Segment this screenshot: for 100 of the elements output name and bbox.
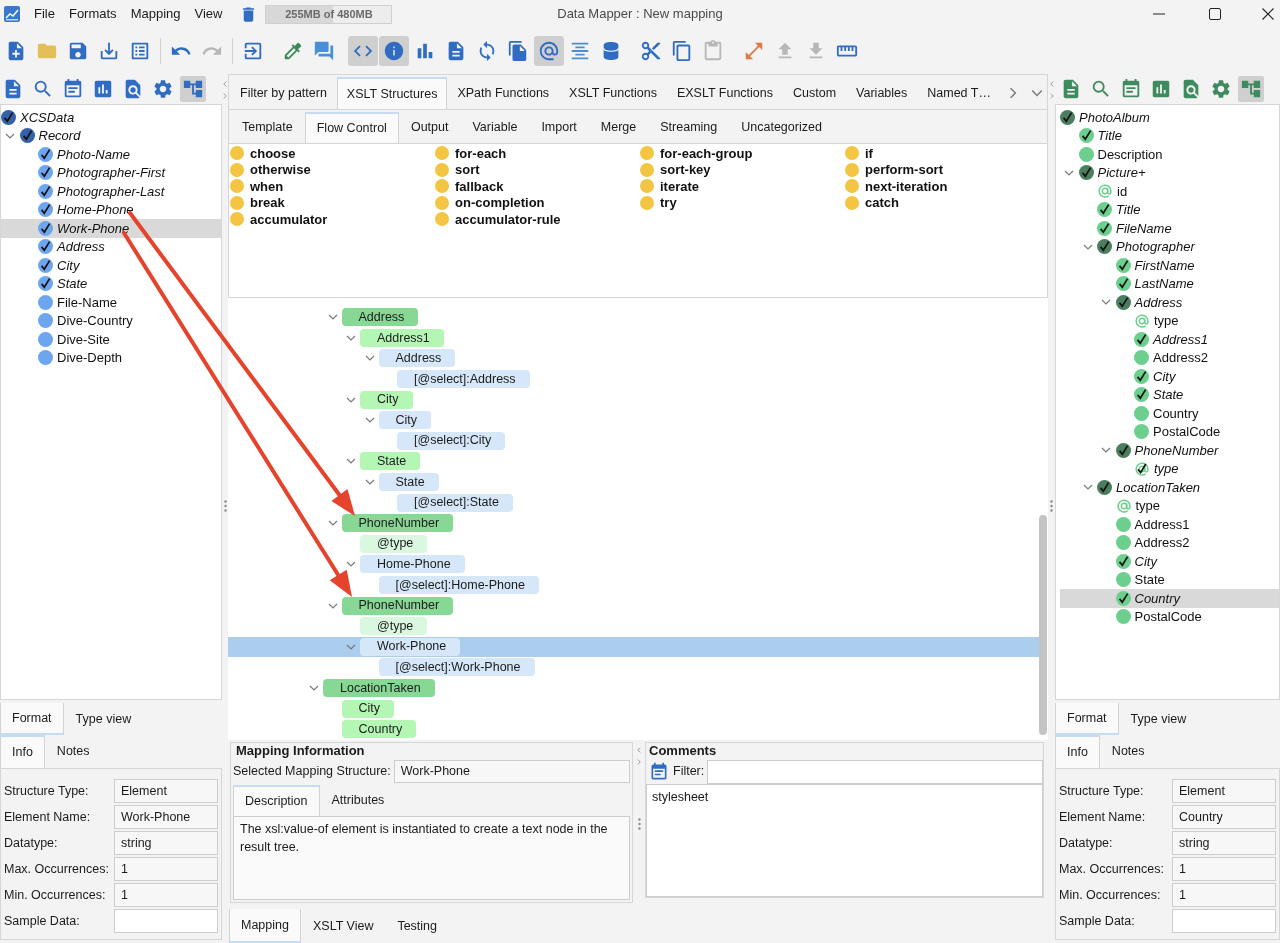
tree-row[interactable]: @type [228, 615, 1039, 637]
palette-item[interactable]: sort [435, 161, 640, 178]
info-button[interactable] [379, 36, 409, 66]
tree-item[interactable]: State [1, 274, 221, 293]
tree-item[interactable]: FirstName [1060, 256, 1279, 275]
tree-item[interactable]: Country [1060, 589, 1279, 608]
chevron-down-icon[interactable] [1030, 87, 1043, 99]
tree-item[interactable]: Photo-Name [1, 145, 221, 164]
tab[interactable]: XSLT View [300, 909, 386, 943]
tree-item[interactable]: Address2 [1060, 533, 1279, 552]
tree-item[interactable]: Dive-Depth [1, 348, 221, 367]
tab[interactable]: Info [0, 735, 45, 768]
code-button[interactable] [348, 36, 378, 66]
tab[interactable]: Format [1055, 703, 1119, 735]
tree-item[interactable]: File-Name [1, 293, 221, 312]
palette-item[interactable]: if [845, 145, 1050, 162]
tree-item[interactable]: Record [1, 126, 221, 145]
tree-row[interactable]: [@select]:State [228, 492, 1039, 513]
tree-item[interactable]: Address [1, 237, 221, 256]
tab[interactable]: Mapping [229, 909, 301, 943]
palette-item[interactable]: choose [230, 145, 435, 162]
input-field[interactable]: Work-Phone [393, 760, 630, 783]
tree-row[interactable]: Address [228, 307, 1039, 328]
tree-item[interactable]: PhoneNumber [1060, 441, 1279, 460]
tree-row[interactable]: State [228, 451, 1039, 472]
menu-item[interactable]: View [187, 2, 230, 26]
tree-row[interactable]: @type [228, 533, 1039, 555]
tab[interactable]: Output [398, 112, 461, 143]
tree-row[interactable]: City [228, 389, 1039, 410]
comments-field[interactable]: stylesheet [646, 784, 1043, 897]
tab[interactable]: XSLT Functions [559, 77, 667, 109]
tree-row[interactable]: PhoneNumber [228, 595, 1039, 616]
tree-row[interactable]: Country [228, 718, 1039, 740]
tree-row[interactable]: PhoneNumber [228, 512, 1039, 534]
tree-row[interactable]: City [228, 409, 1039, 431]
input-field[interactable]: Country [1172, 805, 1276, 829]
palette-item[interactable]: for-each-group [640, 145, 845, 162]
tree-row[interactable]: Work-Phone [228, 636, 1039, 658]
tree-row[interactable]: Address [228, 348, 1039, 369]
palette-item[interactable]: next-iteration [845, 178, 1050, 195]
tree-item[interactable]: Dive-Site [1, 330, 221, 349]
chevron-down-icon[interactable] [309, 683, 319, 693]
tree-item[interactable]: Title [1060, 200, 1279, 219]
tab[interactable]: Flow Control [304, 112, 399, 143]
tree-item[interactable]: PostalCode [1060, 422, 1279, 441]
tree-view-button[interactable] [180, 76, 206, 102]
tree-row[interactable]: City [228, 698, 1039, 719]
tab[interactable]: Notes [1099, 735, 1157, 768]
palette-item[interactable]: try [640, 194, 845, 211]
input-field[interactable]: 1 [114, 883, 218, 907]
tree-item[interactable]: id [1060, 182, 1279, 201]
tree-item[interactable]: Address1 [1060, 515, 1279, 534]
tree-item[interactable]: Title [1060, 126, 1279, 145]
tree-item[interactable]: State [1060, 385, 1279, 404]
input-field[interactable]: 1 [1172, 857, 1276, 881]
palette-item[interactable]: accumulator-rule [435, 211, 640, 228]
tab[interactable]: Template [230, 112, 305, 143]
palette-item[interactable]: on-completion [435, 194, 640, 211]
tab[interactable]: EXSLT Functions [666, 77, 783, 109]
palette-item[interactable]: fallback [435, 178, 640, 195]
tab[interactable]: Testing [385, 909, 449, 943]
tree-item[interactable]: Photographer-First [1, 163, 221, 182]
tree-item[interactable]: Address2 [1060, 348, 1279, 367]
tree-item[interactable]: Photographer [1060, 237, 1279, 256]
tab[interactable]: Format [0, 703, 64, 735]
tab[interactable]: Custom [783, 77, 847, 109]
tree-item[interactable]: State [1060, 570, 1279, 589]
menu-item[interactable]: File [27, 2, 62, 26]
tree-item[interactable]: type [1060, 496, 1279, 515]
tab[interactable]: Uncategorized [729, 112, 834, 143]
tree-item[interactable]: Photographer-Last [1, 182, 221, 201]
tree-row[interactable]: Home-Phone [228, 554, 1039, 575]
tab[interactable]: Description [233, 785, 320, 816]
menu-item[interactable]: Formats [61, 2, 124, 26]
tab[interactable]: Variable [460, 112, 530, 143]
tab[interactable]: XSLT Structures [336, 77, 448, 109]
tab[interactable]: Filter by pattern [230, 77, 337, 109]
input-field[interactable]: string [1172, 831, 1276, 855]
tree-item[interactable]: City [1060, 367, 1279, 386]
palette-item[interactable]: accumulator [230, 211, 435, 228]
tree-item[interactable]: LocationTaken [1060, 478, 1279, 497]
tree-item[interactable]: Country [1060, 404, 1279, 423]
scrollbar-thumb[interactable] [1039, 515, 1047, 735]
input-field[interactable]: 1 [114, 857, 218, 881]
splitter-grip-icon[interactable] [637, 818, 641, 830]
tree-row[interactable]: [@select]:Work-Phone [228, 657, 1039, 678]
tree-item[interactable]: Description [1060, 145, 1279, 164]
tree-item[interactable]: Dive-Country [1, 311, 221, 330]
tab[interactable]: Streaming [648, 112, 730, 143]
input-field[interactable] [114, 909, 218, 933]
tree-row[interactable]: [@select]:Address [228, 368, 1039, 390]
tab[interactable]: Type view [1118, 703, 1199, 735]
tree-item[interactable]: City [1060, 552, 1279, 571]
tree-item[interactable]: Address1 [1060, 330, 1279, 349]
palette-item[interactable]: iterate [640, 178, 845, 195]
tree-view-button[interactable] [1238, 76, 1264, 102]
menu-item[interactable]: Mapping [123, 2, 188, 26]
tree-item[interactable]: Address [1060, 293, 1279, 312]
tab[interactable]: Attributes [319, 785, 397, 816]
tab[interactable]: Notes [44, 735, 102, 768]
